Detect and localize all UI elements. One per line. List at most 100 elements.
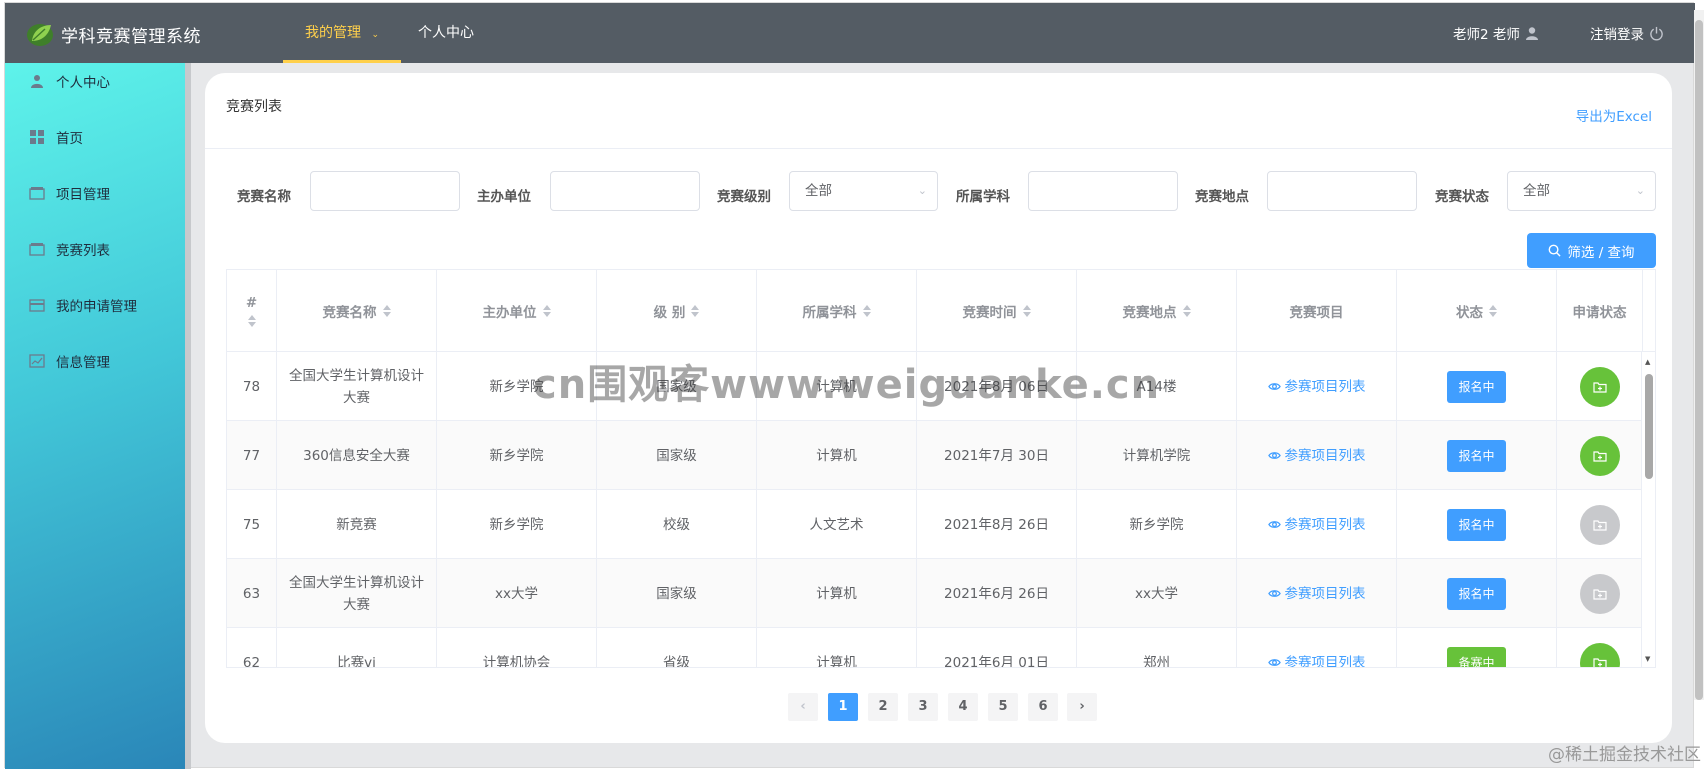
cell-place: 郑州 <box>1077 628 1237 667</box>
window-scroll-thumb[interactable] <box>1695 20 1703 700</box>
competition-name-input[interactable] <box>310 171 460 211</box>
cell-time: 2021年6月 01日 <box>917 628 1077 667</box>
project-list-link-label: 参赛项目列表 <box>1284 447 1366 464</box>
folder-add-icon <box>1592 519 1607 531</box>
scroll-up-icon[interactable]: ▲ <box>1645 358 1650 366</box>
status-badge[interactable]: 报名中 <box>1447 439 1506 472</box>
place-input[interactable] <box>1267 171 1417 211</box>
apply-button[interactable] <box>1579 504 1620 545</box>
sidebar-item-my-applications[interactable]: 我的申请管理 <box>29 295 137 315</box>
sort-icon[interactable] <box>382 305 391 317</box>
filter-org-label: 主办单位 <box>477 189 531 205</box>
project-list-link[interactable]: 参赛项目列表 <box>1267 583 1366 605</box>
sidebar-item-label: 首页 <box>56 131 83 147</box>
eye-icon <box>1267 521 1281 528</box>
apply-button[interactable] <box>1579 642 1620 667</box>
column-header-status[interactable]: 状态 <box>1397 270 1557 352</box>
user-menu[interactable]: 老师2 老师 <box>1453 3 1539 63</box>
sidebar-item-personal-center[interactable]: 个人中心 <box>29 71 110 91</box>
app-title: 学科竞赛管理系统 <box>61 26 201 47</box>
pagination-page-5[interactable]: 5 <box>988 693 1018 721</box>
column-header-label: 主办单位 <box>482 305 537 321</box>
column-header-name[interactable]: 竞赛名称 <box>277 270 437 352</box>
column-header-index[interactable]: # <box>227 270 277 352</box>
project-list-link[interactable]: 参赛项目列表 <box>1267 652 1366 667</box>
sort-icon[interactable] <box>542 305 551 317</box>
pagination-prev-button[interactable]: ‹ <box>788 693 818 721</box>
cell-project: 参赛项目列表 <box>1237 490 1397 559</box>
status-badge[interactable]: 报名中 <box>1447 577 1506 610</box>
cell-id: 62 <box>227 628 277 667</box>
sidebar-item-competition-list[interactable]: 竞赛列表 <box>29 239 110 259</box>
cell-apply <box>1557 490 1643 559</box>
organizer-input[interactable] <box>550 171 700 211</box>
pagination-page-4[interactable]: 4 <box>948 693 978 721</box>
table-scroll-thumb[interactable] <box>1645 374 1653 479</box>
pagination-page-2[interactable]: 2 <box>868 693 898 721</box>
column-header-organizer[interactable]: 主办单位 <box>437 270 597 352</box>
cell-apply <box>1557 628 1643 667</box>
sidebar-item-label: 竞赛列表 <box>56 243 110 259</box>
table-row: 62 比赛vi 计算机协会 省级 计算机 2021年6月 01日 郑州 参赛项目列表 备赛中 <box>227 628 1655 667</box>
sort-icon[interactable] <box>1182 305 1191 317</box>
window-scrollbar[interactable] <box>1694 10 1704 700</box>
filter-search-button[interactable]: 筛选 / 查询 <box>1527 233 1656 268</box>
sidebar-item-home[interactable]: 首页 <box>29 127 83 147</box>
pagination-next-button[interactable]: › <box>1067 693 1097 721</box>
nav-my-management[interactable]: 我的管理 ⌄ <box>283 3 401 63</box>
sort-icon[interactable] <box>862 305 871 317</box>
apply-button[interactable] <box>1579 435 1620 476</box>
cell-time: 2021年6月 26日 <box>917 559 1077 628</box>
level-select[interactable]: 全部 ⌄ <box>789 171 938 211</box>
pagination-page-1[interactable]: 1 <box>828 693 858 721</box>
cell-subject: 计算机 <box>757 559 917 628</box>
cell-org: xx大学 <box>437 559 597 628</box>
logout-button[interactable]: 注销登录 <box>1590 3 1664 63</box>
top-header: 学科竞赛管理系统 我的管理 ⌄ 个人中心 老师2 老师 注销登录 <box>5 3 1695 63</box>
chevron-down-icon: ⌄ <box>1635 184 1645 197</box>
cell-project: 参赛项目列表 <box>1237 559 1397 628</box>
pagination-page-3[interactable]: 3 <box>908 693 938 721</box>
cell-id: 78 <box>227 352 277 421</box>
cell-org: 新乡学院 <box>437 490 597 559</box>
status-select[interactable]: 全部 ⌄ <box>1507 171 1656 211</box>
app-logo[interactable]: 学科竞赛管理系统 <box>25 19 201 49</box>
column-header-time[interactable]: 竞赛时间 <box>917 270 1077 352</box>
column-header-level[interactable]: 级 别 <box>597 270 757 352</box>
sidebar-item-project-management[interactable]: 项目管理 <box>29 183 110 203</box>
column-header-label: 级 别 <box>653 305 686 321</box>
export-excel-link[interactable]: 导出为Excel <box>1576 105 1652 125</box>
cell-apply <box>1557 559 1643 628</box>
sort-icon[interactable] <box>691 305 700 317</box>
subject-input[interactable] <box>1028 171 1178 211</box>
cell-id: 63 <box>227 559 277 628</box>
status-badge[interactable]: 报名中 <box>1447 508 1506 541</box>
sidebar-item-info-management[interactable]: 信息管理 <box>29 351 110 371</box>
table-scrollbar[interactable]: ▲ ▼ <box>1641 352 1655 667</box>
project-list-link[interactable]: 参赛项目列表 <box>1267 514 1366 536</box>
app-window: 学科竞赛管理系统 我的管理 ⌄ 个人中心 老师2 老师 注销登录 个人中心 首页… <box>4 2 1695 769</box>
sort-icon[interactable] <box>247 315 256 327</box>
column-header-label: 状态 <box>1456 305 1483 321</box>
column-header-subject[interactable]: 所属学科 <box>757 270 917 352</box>
grid-icon <box>29 129 45 145</box>
sort-icon[interactable] <box>1022 305 1031 317</box>
project-list-link[interactable]: 参赛项目列表 <box>1267 445 1366 467</box>
column-header-place[interactable]: 竞赛地点 <box>1077 270 1237 352</box>
cell-time: 2021年8月 26日 <box>917 490 1077 559</box>
search-icon <box>1549 244 1561 257</box>
apply-button[interactable] <box>1579 573 1620 614</box>
status-badge[interactable]: 报名中 <box>1447 370 1506 403</box>
table-row: 77 360信息安全大赛 新乡学院 国家级 计算机 2021年7月 30日 计算机学院 参赛项… <box>227 421 1655 490</box>
nav-personal-center[interactable]: 个人中心 <box>418 3 474 63</box>
cell-place: xx大学 <box>1077 559 1237 628</box>
scroll-down-icon[interactable]: ▼ <box>1645 655 1650 663</box>
column-header-label: 申请状态 <box>1572 305 1627 321</box>
status-badge[interactable]: 备赛中 <box>1447 646 1506 667</box>
sidebar-item-label: 个人中心 <box>56 75 110 91</box>
project-list-link[interactable]: 参赛项目列表 <box>1267 376 1366 398</box>
sort-icon[interactable] <box>1489 305 1497 317</box>
pagination-page-6[interactable]: 6 <box>1028 693 1058 721</box>
cell-name: 新竞赛 <box>277 490 437 559</box>
apply-button[interactable] <box>1579 366 1620 407</box>
